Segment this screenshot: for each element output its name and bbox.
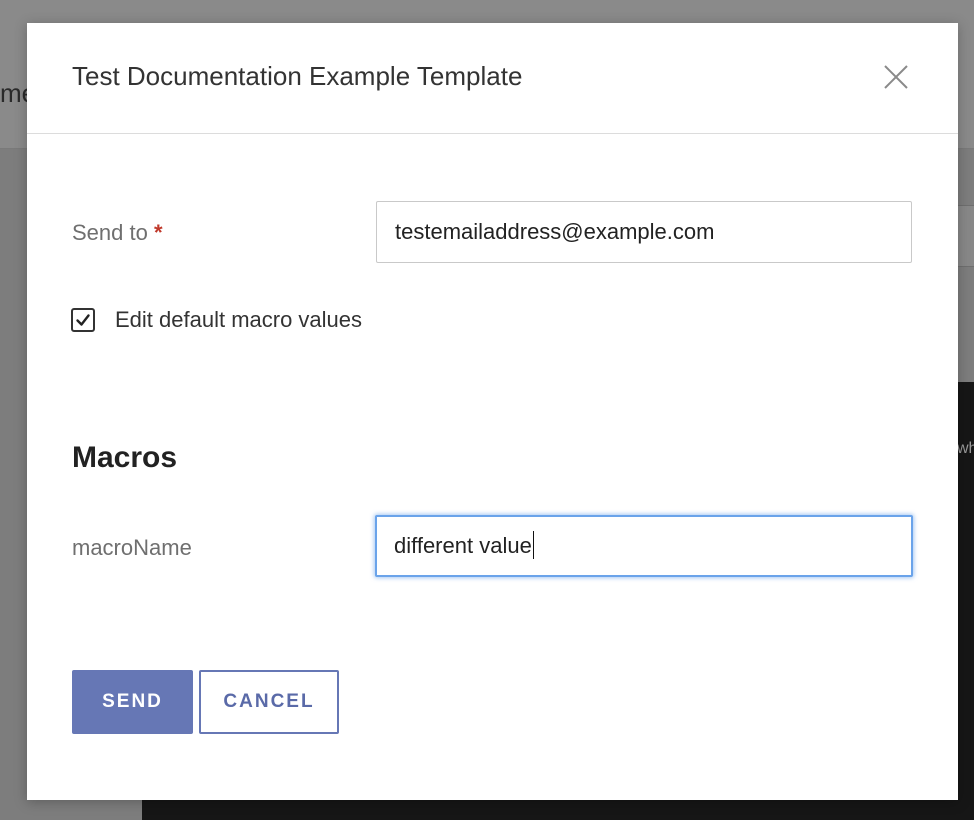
send-to-input[interactable]: testemailaddress@example.com — [376, 201, 912, 263]
dialog-header: Test Documentation Example Template — [27, 23, 958, 134]
dialog-title: Test Documentation Example Template — [72, 61, 523, 91]
background-input-edge — [958, 205, 974, 267]
required-marker: * — [153, 220, 163, 245]
macro-name-label: macroName — [72, 535, 192, 560]
close-icon[interactable] — [882, 63, 910, 91]
background-panel-text: wh — [957, 440, 974, 457]
macro-value-input[interactable]: different value — [375, 515, 913, 577]
edit-defaults-label[interactable]: Edit default macro values — [115, 307, 362, 333]
send-to-input-value: testemailaddress@example.com — [395, 219, 715, 244]
macro-value-text: different value — [394, 533, 532, 558]
text-caret — [532, 531, 535, 560]
send-to-label: Send to * — [72, 220, 163, 246]
send-template-dialog: Test Documentation Example Template Send… — [27, 23, 958, 800]
send-to-label-text: Send to — [72, 220, 148, 245]
checkmark-icon — [76, 314, 90, 326]
macros-heading: Macros — [72, 441, 178, 474]
edit-defaults-checkbox[interactable] — [71, 308, 95, 332]
cancel-button[interactable]: CANCEL — [199, 670, 339, 734]
send-button[interactable]: SEND — [72, 670, 193, 734]
